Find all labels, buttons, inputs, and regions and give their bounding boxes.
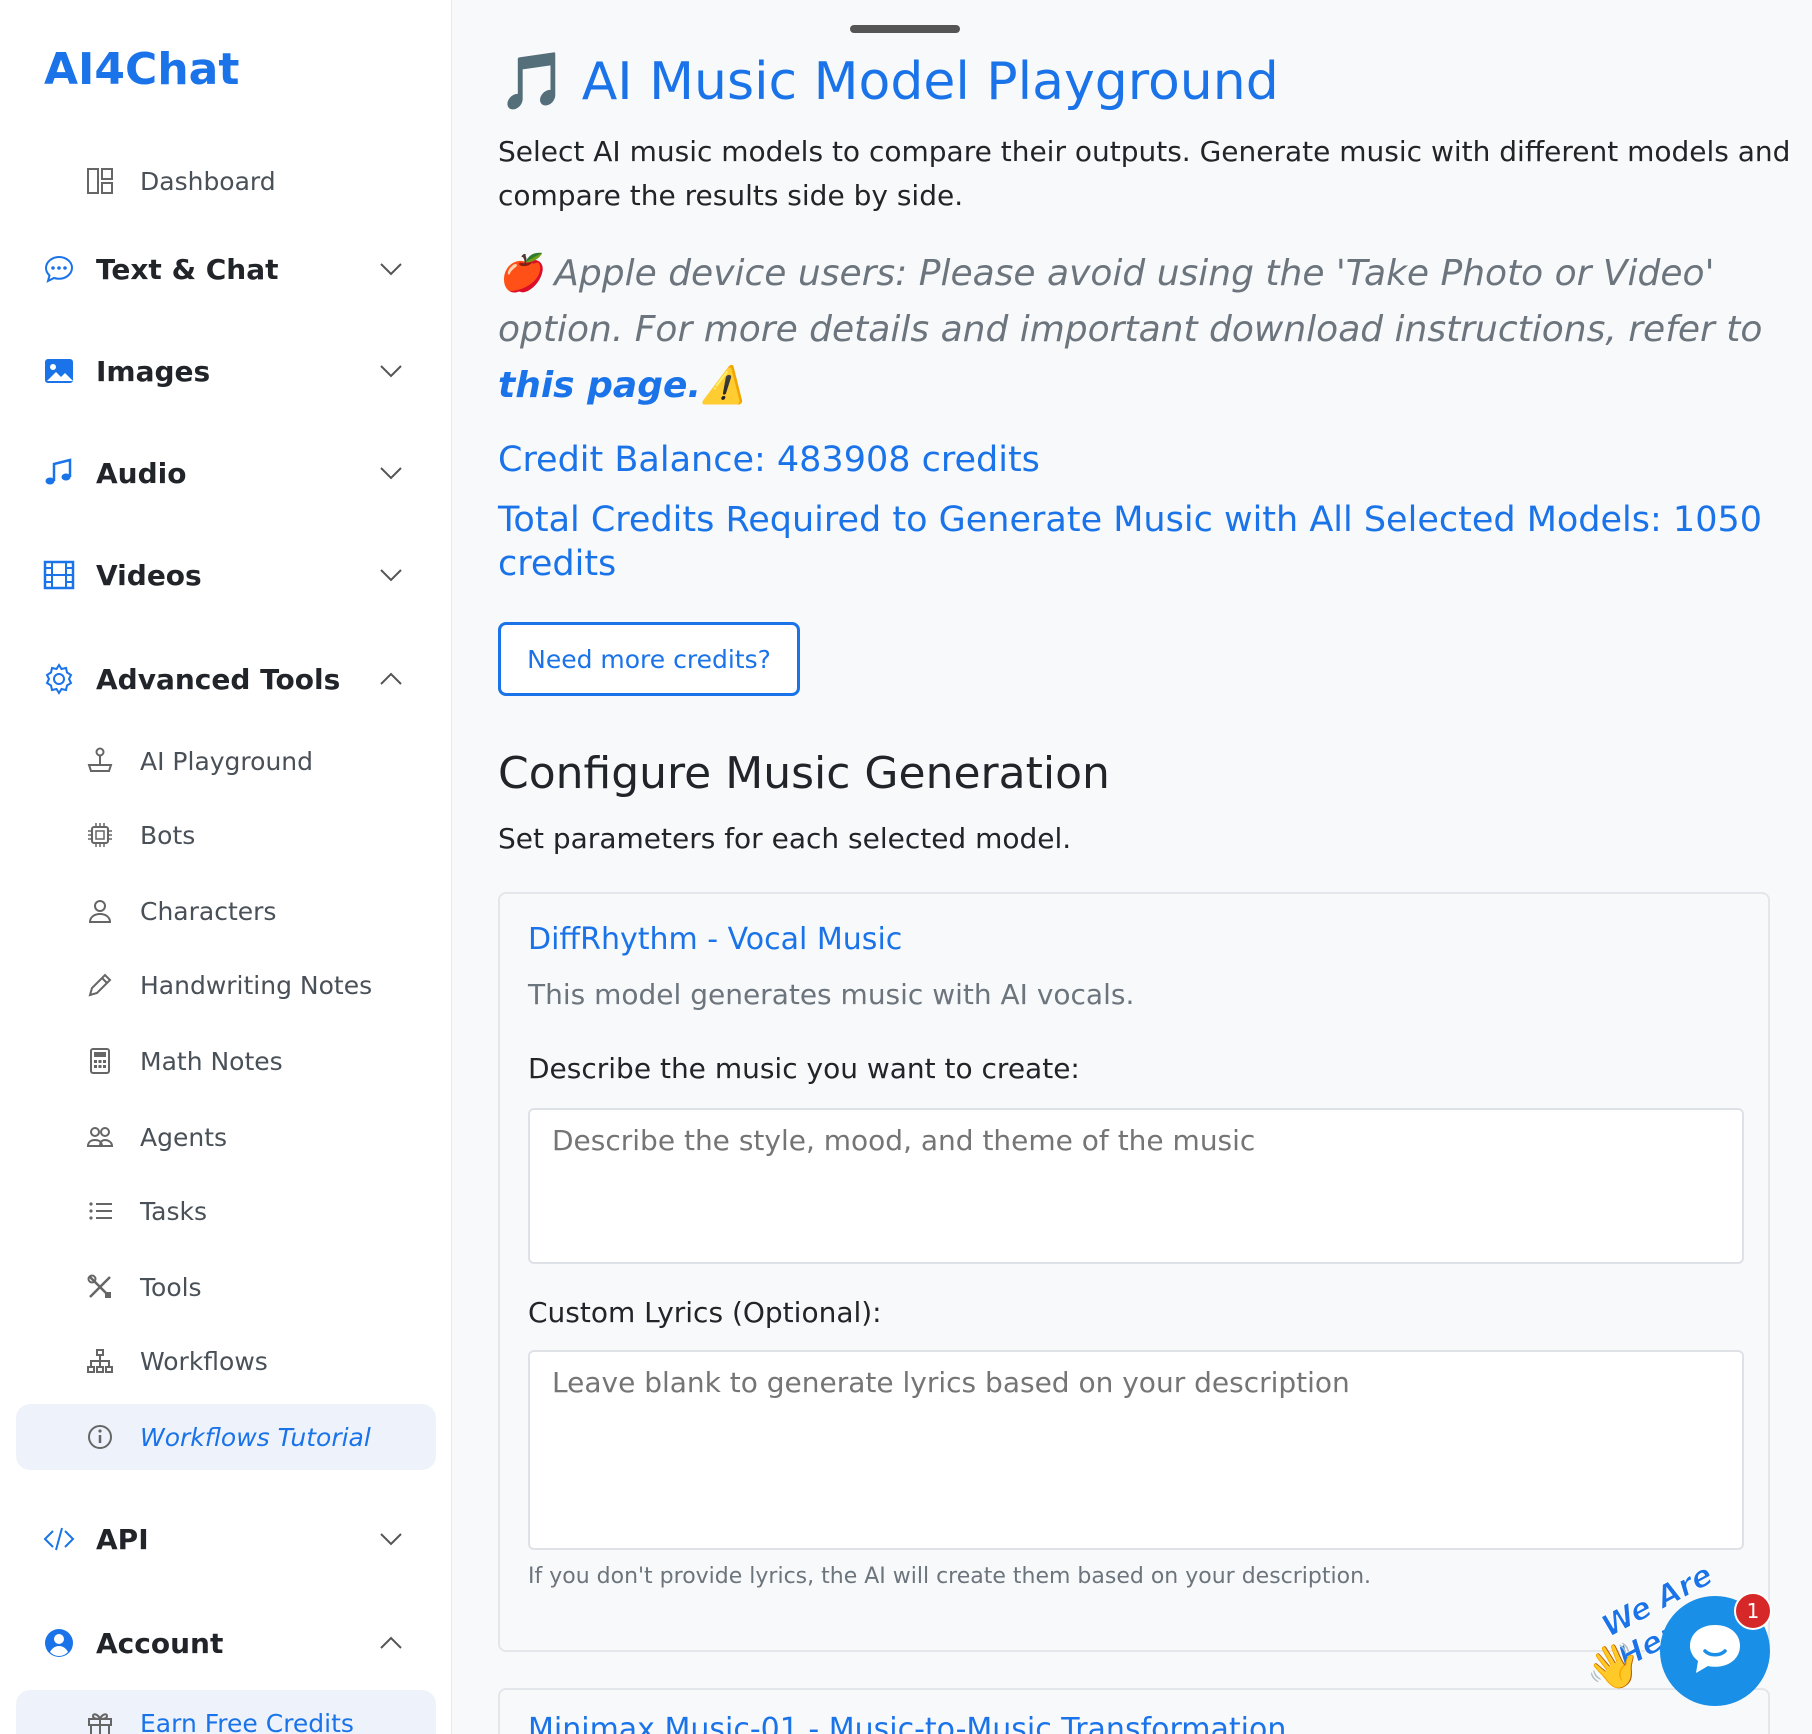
chevron-down-icon[interactable] bbox=[378, 460, 404, 486]
sidebar: AI4Chat Dashboard Text & Chat Images Aud… bbox=[0, 0, 452, 1734]
sidebar-group-videos[interactable]: Videos bbox=[16, 540, 436, 610]
sidebar-group-label: Videos bbox=[96, 558, 202, 592]
tools-icon bbox=[84, 1271, 116, 1303]
apple-notice-text: Apple device users: Please avoid using t… bbox=[498, 253, 1763, 350]
sidebar-group-label: Text & Chat bbox=[96, 252, 279, 286]
chevron-up-icon[interactable] bbox=[378, 1630, 404, 1656]
people-icon bbox=[84, 1121, 116, 1153]
total-credits-required: Total Credits Required to Generate Music… bbox=[498, 500, 1762, 584]
person-icon bbox=[84, 895, 116, 927]
describe-label: Describe the music you want to create: bbox=[528, 1052, 1080, 1085]
sidebar-item-label: Workflows Tutorial bbox=[140, 1422, 371, 1452]
diagram-icon bbox=[84, 1345, 116, 1377]
chevron-down-icon[interactable] bbox=[378, 562, 404, 588]
chat-bubble-icon bbox=[1685, 1621, 1745, 1681]
chevron-up-icon[interactable] bbox=[378, 666, 404, 692]
sidebar-group-label: Audio bbox=[96, 456, 187, 490]
gift-icon bbox=[84, 1707, 116, 1734]
sidebar-group-advanced-tools[interactable]: Advanced Tools bbox=[16, 644, 436, 714]
sidebar-item-label: Earn Free Credits bbox=[140, 1708, 354, 1734]
sidebar-group-label: API bbox=[96, 1522, 149, 1556]
info-icon bbox=[84, 1421, 116, 1453]
sidebar-item-workflows[interactable]: Workflows bbox=[16, 1328, 436, 1394]
sidebar-group-label: Account bbox=[96, 1626, 224, 1660]
custom-lyrics-input[interactable] bbox=[528, 1350, 1744, 1550]
sidebar-item-dashboard[interactable]: Dashboard bbox=[16, 148, 436, 214]
sidebar-item-bots[interactable]: Bots bbox=[16, 802, 436, 868]
sidebar-item-label: Workflows bbox=[140, 1346, 268, 1376]
sidebar-group-audio[interactable]: Audio bbox=[16, 438, 436, 508]
apple-icon: 🍎 bbox=[498, 253, 543, 294]
chevron-down-icon[interactable] bbox=[378, 256, 404, 282]
sidebar-item-label: Agents bbox=[140, 1122, 228, 1152]
lyrics-hint: If you don't provide lyrics, the AI will… bbox=[528, 1564, 1372, 1589]
waving-hand-icon: 👋 bbox=[1586, 1641, 1641, 1692]
sidebar-group-account[interactable]: Account bbox=[16, 1608, 436, 1678]
warning-icon: ⚠️ bbox=[701, 365, 746, 406]
sidebar-item-label: Handwriting Notes bbox=[140, 970, 373, 1000]
gear-icon bbox=[42, 662, 76, 696]
image-icon bbox=[42, 354, 76, 388]
sidebar-item-label: Tasks bbox=[140, 1196, 207, 1226]
intro-text: Select AI music models to compare their … bbox=[498, 135, 1791, 212]
sidebar-item-characters[interactable]: Characters bbox=[16, 878, 436, 944]
page-title: 🎵 AI Music Model Playground bbox=[498, 52, 1279, 112]
chevron-down-icon[interactable] bbox=[378, 1526, 404, 1552]
need-more-credits-button[interactable]: Need more credits? bbox=[498, 622, 800, 696]
sidebar-item-label: Characters bbox=[140, 896, 277, 926]
notification-badge: 1 bbox=[1734, 1592, 1772, 1630]
dashboard-icon bbox=[84, 165, 116, 197]
film-icon bbox=[42, 558, 76, 592]
code-icon bbox=[42, 1522, 76, 1556]
main-content: 🎵 AI Music Model Playground Select AI mu… bbox=[452, 0, 1812, 1734]
describe-music-input[interactable] bbox=[528, 1108, 1744, 1264]
sidebar-group-label: Images bbox=[96, 354, 211, 388]
sidebar-item-tools[interactable]: Tools bbox=[16, 1254, 436, 1320]
chevron-down-icon[interactable] bbox=[378, 358, 404, 384]
sidebar-item-agents[interactable]: Agents bbox=[16, 1104, 436, 1170]
sidebar-group-text-chat[interactable]: Text & Chat bbox=[16, 234, 436, 304]
sidebar-item-earn-free-credits[interactable]: Earn Free Credits bbox=[16, 1690, 436, 1734]
chat-widget[interactable]: We Are Here! 👋 1 bbox=[1580, 1530, 1812, 1734]
music-note-icon bbox=[42, 456, 76, 490]
calculator-icon bbox=[84, 1045, 116, 1077]
sidebar-item-ai-playground[interactable]: AI Playground bbox=[16, 728, 436, 794]
credit-balance: Credit Balance: 483908 credits bbox=[498, 440, 1040, 480]
configure-subtitle: Set parameters for each selected model. bbox=[498, 822, 1072, 855]
apple-notice: 🍎 Apple device users: Please avoid using… bbox=[498, 246, 1788, 414]
sidebar-item-math-notes[interactable]: Math Notes bbox=[16, 1028, 436, 1094]
sidebar-item-label: Math Notes bbox=[140, 1046, 283, 1076]
page-title-text: AI Music Model Playground bbox=[581, 52, 1279, 112]
sidebar-group-label: Advanced Tools bbox=[96, 662, 341, 696]
sidebar-item-label: Bots bbox=[140, 820, 196, 850]
music-note-icon: 🎵 bbox=[498, 49, 568, 114]
sidebar-item-tasks[interactable]: Tasks bbox=[16, 1178, 436, 1244]
brand-logo[interactable]: AI4Chat bbox=[44, 44, 239, 95]
list-icon bbox=[84, 1195, 116, 1227]
joystick-icon bbox=[84, 745, 116, 777]
sidebar-item-label: AI Playground bbox=[140, 746, 314, 776]
this-page-link[interactable]: this page. bbox=[498, 365, 701, 406]
drag-handle[interactable] bbox=[850, 25, 960, 33]
chat-dots-icon bbox=[42, 252, 76, 286]
sidebar-item-label: Dashboard bbox=[140, 166, 276, 196]
model-description: This model generates music with AI vocal… bbox=[528, 978, 1135, 1011]
sidebar-item-handwriting-notes[interactable]: Handwriting Notes bbox=[16, 952, 436, 1018]
sidebar-item-workflows-tutorial[interactable]: Workflows Tutorial bbox=[16, 1404, 436, 1470]
sidebar-group-images[interactable]: Images bbox=[16, 336, 436, 406]
sidebar-item-label: Tools bbox=[140, 1272, 202, 1302]
model-title: DiffRhythm - Vocal Music bbox=[528, 922, 903, 957]
configure-title: Configure Music Generation bbox=[498, 748, 1110, 799]
model-title: Minimax Music-01 - Music-to-Music Transf… bbox=[528, 1712, 1287, 1734]
pencil-icon bbox=[84, 969, 116, 1001]
sidebar-group-api[interactable]: API bbox=[16, 1504, 436, 1574]
cpu-icon bbox=[84, 819, 116, 851]
lyrics-label: Custom Lyrics (Optional): bbox=[528, 1296, 882, 1329]
user-circle-icon bbox=[42, 1626, 76, 1660]
